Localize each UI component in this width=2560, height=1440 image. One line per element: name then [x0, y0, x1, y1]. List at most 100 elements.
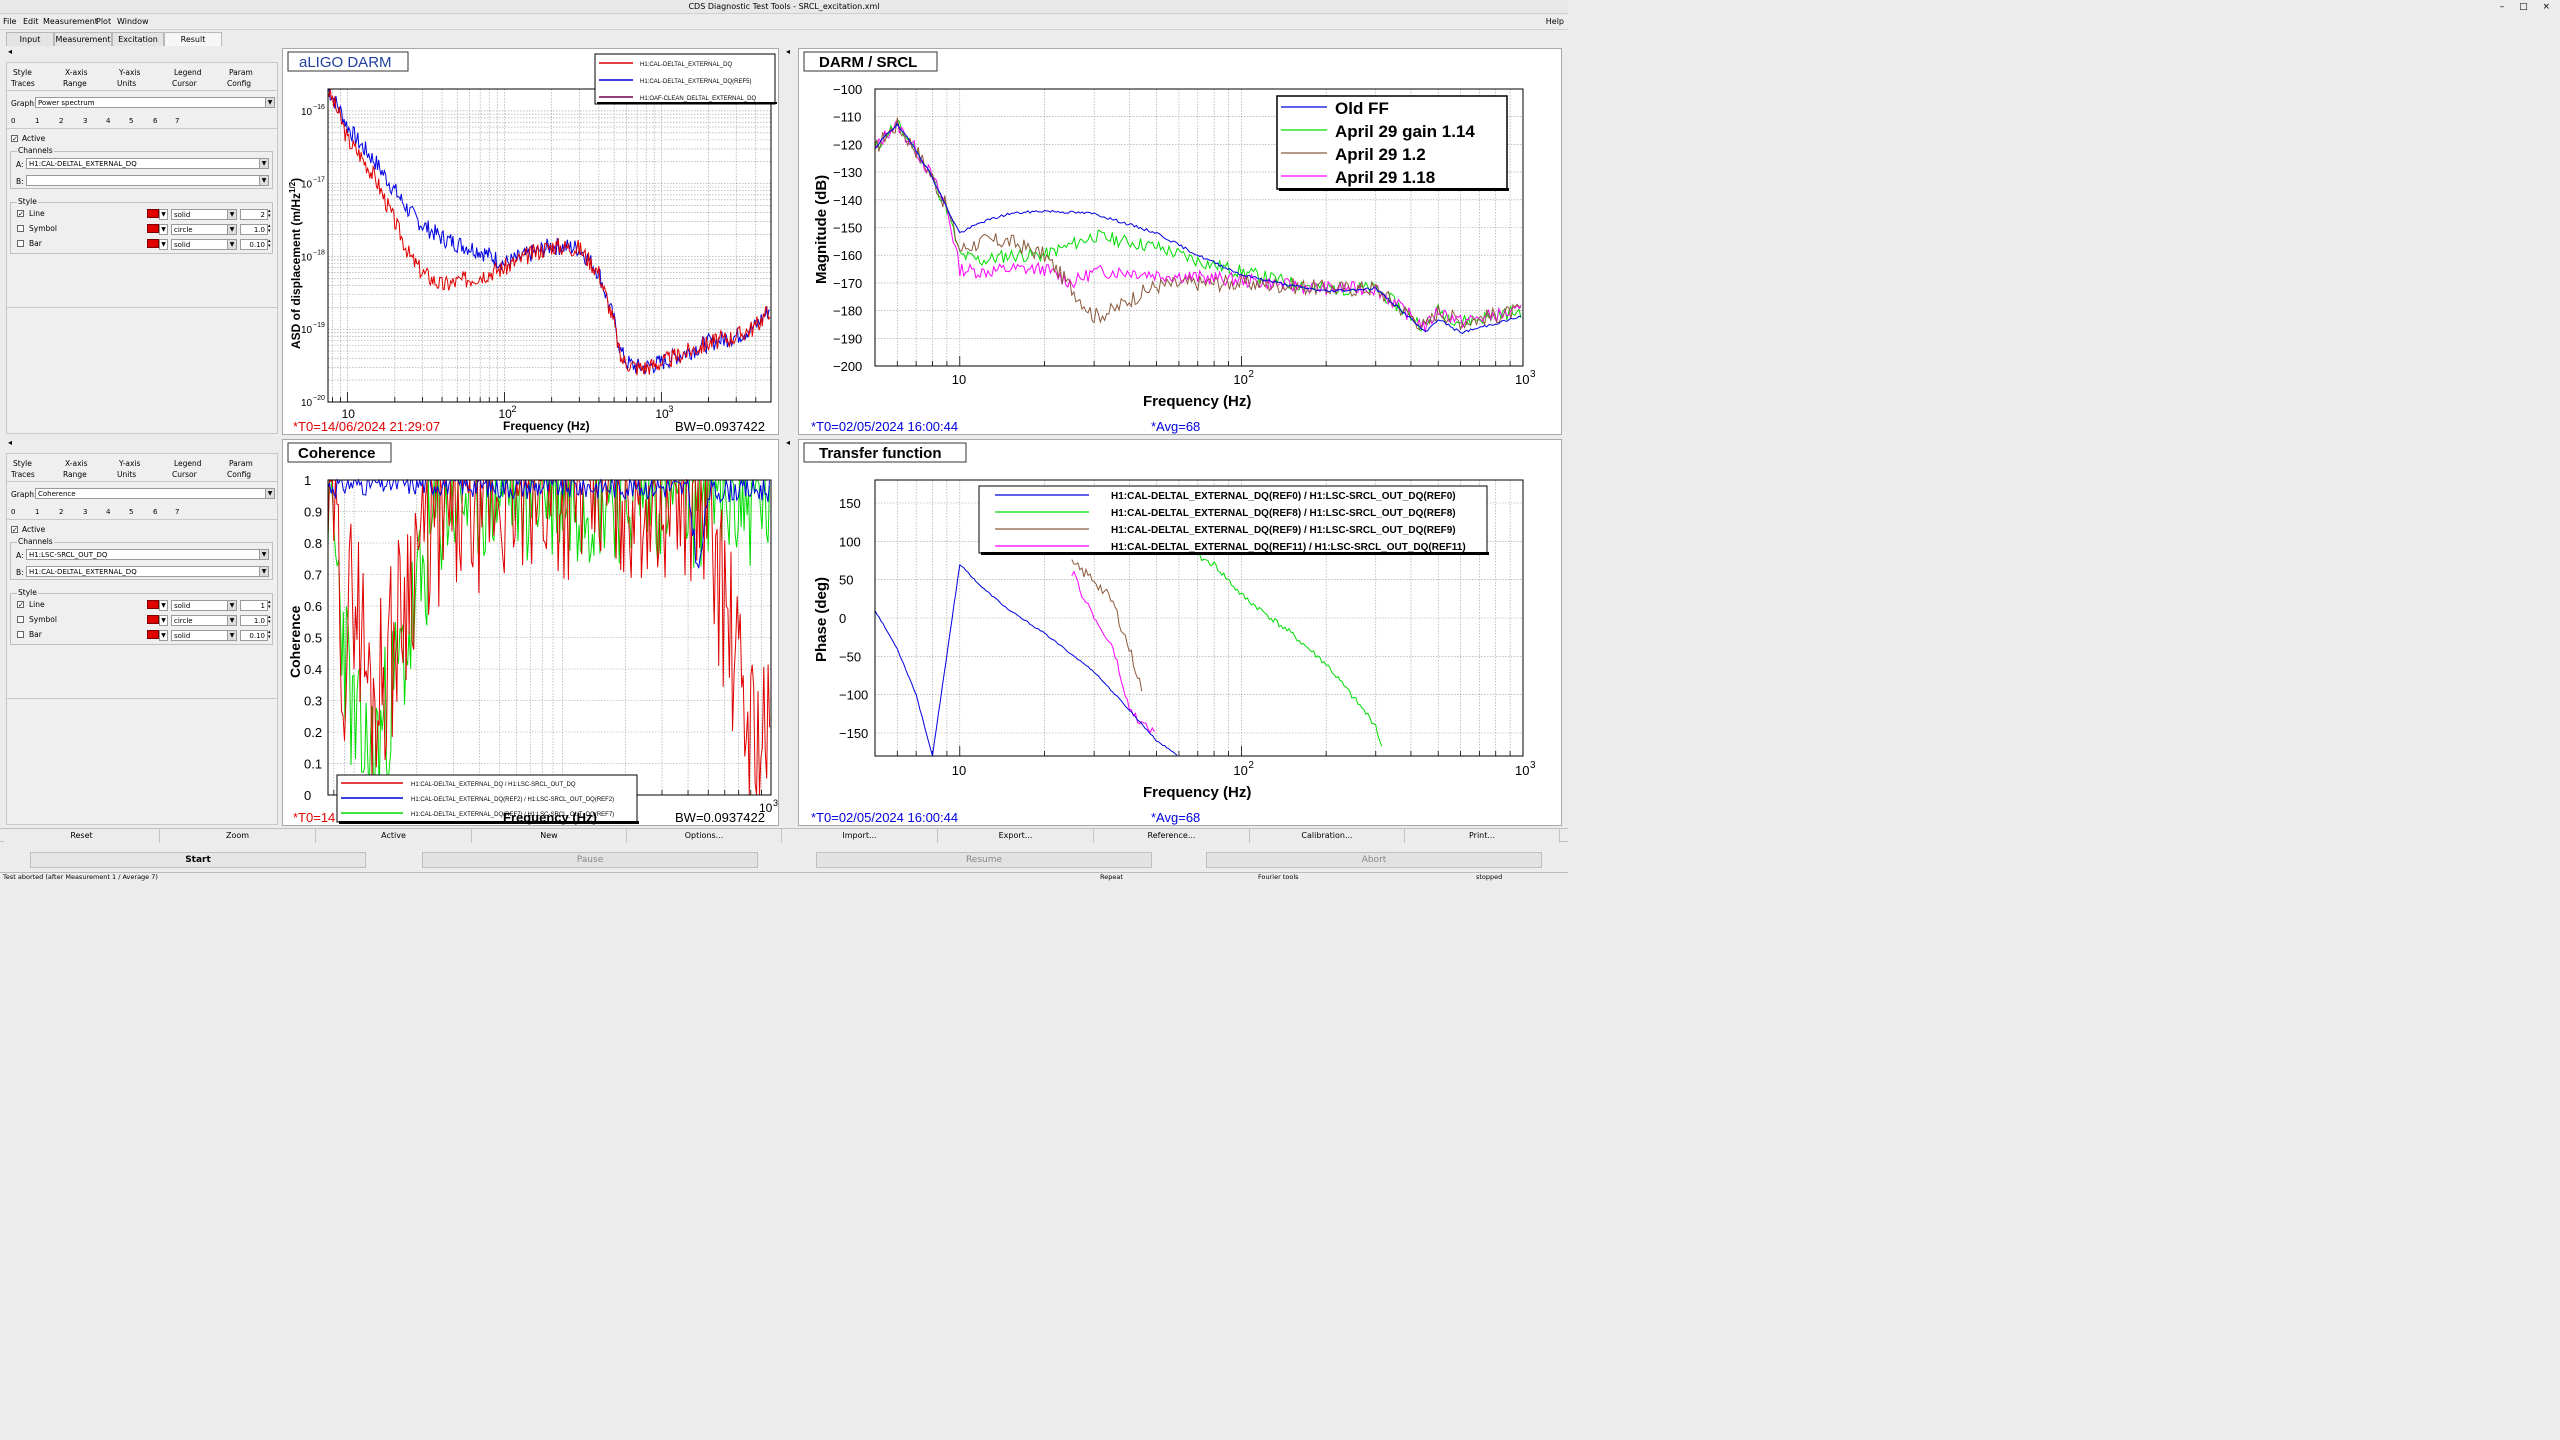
tab-result[interactable]: Result [164, 32, 222, 46]
chevron-down-icon[interactable]: ▼ [259, 550, 268, 559]
chevron-down-icon[interactable]: ▼ [227, 210, 236, 219]
active-checkbox[interactable]: ✓ [11, 526, 18, 534]
line-size-input[interactable]: 1 [240, 600, 268, 611]
bar-size-input[interactable]: 0.10 [240, 630, 268, 641]
line-checkbox[interactable]: ✓ [17, 601, 24, 609]
bar-size-input[interactable]: 0.10 [240, 239, 268, 250]
tab-excitation[interactable]: Excitation [112, 32, 164, 46]
chevron-down-icon[interactable]: ▼ [259, 159, 268, 168]
zoom-button[interactable]: Zoom [160, 829, 316, 843]
collapse-left-icon-bottom[interactable]: ◂ [8, 438, 12, 447]
bar-style-select[interactable]: solid ▼ [171, 239, 237, 250]
chevron-down-icon[interactable]: ▼ [227, 225, 236, 234]
chevron-down-icon[interactable]: ▼ [259, 567, 268, 576]
chevron-down-icon[interactable]: ▼ [265, 98, 274, 107]
trace-tab-5[interactable]: 5 [129, 508, 133, 516]
opt-tab-3[interactable]: Legend [174, 68, 202, 77]
chevron-down-icon[interactable]: ▼ [227, 601, 236, 610]
line-size-input[interactable]: 2 [240, 209, 268, 220]
symbol-size-input[interactable]: 1.0 [240, 615, 268, 626]
symbol-color-swatch[interactable] [147, 615, 159, 624]
trace-tab-6[interactable]: 6 [153, 117, 157, 125]
menu-measurement[interactable]: Measurement [43, 17, 98, 26]
spinner-icon[interactable]: ▴ ▾ [268, 630, 271, 640]
trace-tab-4[interactable]: 4 [106, 508, 110, 516]
opt-tab2-0[interactable]: Traces [11, 79, 35, 88]
trace-tab-1[interactable]: 1 [35, 508, 39, 516]
menu-file[interactable]: File [3, 17, 16, 26]
chevron-down-icon[interactable]: ▼ [265, 489, 274, 498]
darm-chart[interactable]: 10 −1610 −1710 −1810 −1910 −2010 10 2 10 3Frequen… [283, 49, 780, 436]
trace-tab-5[interactable]: 5 [129, 117, 133, 125]
bar-color-swatch[interactable] [147, 630, 159, 639]
reset-button[interactable]: Reset [4, 829, 160, 843]
line-color-swatch[interactable] [147, 209, 159, 218]
chevron-down-icon[interactable]: ▼ [227, 240, 236, 249]
trace-tab-0[interactable]: 0 [11, 508, 15, 516]
graph-select[interactable]: Coherence ▼ [35, 488, 275, 499]
print-button[interactable]: Print... [1405, 829, 1560, 843]
srcl-chart[interactable]: −100 −110 −120 −130 −140 −150 −160 −170 −180 −190… [799, 49, 1563, 436]
tab-measurement[interactable]: Measurement [54, 32, 112, 46]
trace-tab-1[interactable]: 1 [35, 117, 39, 125]
line-checkbox[interactable]: ✓ [17, 210, 24, 218]
trace-tab-6[interactable]: 6 [153, 508, 157, 516]
trace-tab-2[interactable]: 2 [59, 508, 63, 516]
collapse-right-icon[interactable]: ◂ [786, 47, 790, 56]
channel-a-field[interactable]: H1:LSC-SRCL_OUT_DQ ▼ [26, 549, 269, 560]
spinner-icon[interactable]: ▴ ▾ [268, 239, 271, 249]
opt-tab2-0[interactable]: Traces [11, 470, 35, 479]
symbol-style-select[interactable]: circle ▼ [171, 615, 237, 626]
coherence-chart[interactable]: 10.90.80.70.60.50.40.30.20.10Coherence10… [283, 440, 780, 827]
window-controls[interactable]: – □ × [2500, 0, 2556, 14]
opt-tab-0[interactable]: Style [13, 68, 32, 77]
bar-style-select[interactable]: solid ▼ [171, 630, 237, 641]
symbol-checkbox[interactable] [17, 616, 24, 623]
trace-tab-4[interactable]: 4 [106, 117, 110, 125]
trace-tab-3[interactable]: 3 [83, 508, 87, 516]
resume-button[interactable]: Resume [816, 852, 1152, 868]
channel-a-field[interactable]: H1:CAL-DELTAL_EXTERNAL_DQ ▼ [26, 158, 269, 169]
trace-tab-0[interactable]: 0 [11, 117, 15, 125]
chevron-down-icon[interactable]: ▼ [159, 615, 168, 626]
symbol-checkbox[interactable] [17, 225, 24, 232]
line-style-select[interactable]: solid ▼ [171, 209, 237, 220]
menu-window[interactable]: Window [117, 17, 149, 26]
spinner-icon[interactable]: ▴ ▾ [268, 209, 271, 219]
bar-checkbox[interactable] [17, 240, 24, 247]
active-checkbox[interactable]: ✓ [11, 135, 18, 143]
abort-button[interactable]: Abort [1206, 852, 1542, 868]
collapse-left-icon[interactable]: ◂ [8, 47, 12, 56]
opt-tab-4[interactable]: Param [229, 68, 253, 77]
chevron-down-icon[interactable]: ▼ [159, 630, 168, 641]
trace-tab-7[interactable]: 7 [175, 508, 179, 516]
chevron-down-icon[interactable]: ▼ [159, 239, 168, 250]
active-button[interactable]: Active [316, 829, 472, 843]
opt-tab2-3[interactable]: Cursor [172, 79, 197, 88]
spinner-icon[interactable]: ▴ ▾ [268, 224, 271, 234]
graph-select[interactable]: Power spectrum ▼ [35, 97, 275, 108]
opt-tab-3[interactable]: Legend [174, 459, 202, 468]
start-button[interactable]: Start [30, 852, 366, 868]
trace-tab-7[interactable]: 7 [175, 117, 179, 125]
symbol-color-swatch[interactable] [147, 224, 159, 233]
menu-edit[interactable]: Edit [23, 17, 39, 26]
channel-b-field[interactable]: ▼ [26, 175, 269, 186]
spinner-icon[interactable]: ▴ ▾ [268, 615, 271, 625]
plot-panel-coherence[interactable]: 1 0.9 0.8 0.7 0.6 0.5 0.4 0.3 0.2 0.1 0 Coherence 10… [282, 439, 779, 826]
pause-button[interactable]: Pause [422, 852, 758, 868]
trace-tab-2[interactable]: 2 [59, 117, 63, 125]
channel-b-field[interactable]: H1:CAL-DELTAL_EXTERNAL_DQ ▼ [26, 566, 269, 577]
chevron-down-icon[interactable]: ▼ [227, 616, 236, 625]
calibration-button[interactable]: Calibration... [1250, 829, 1405, 843]
opt-tab-4[interactable]: Param [229, 459, 253, 468]
chevron-down-icon[interactable]: ▼ [259, 176, 268, 185]
opt-tab-1[interactable]: X-axis [65, 68, 88, 77]
export-button[interactable]: Export... [938, 829, 1094, 843]
chevron-down-icon[interactable]: ▼ [159, 600, 168, 611]
opt-tab2-2[interactable]: Units [117, 470, 136, 479]
options-button[interactable]: Options... [627, 829, 782, 843]
tab-input[interactable]: Input [6, 32, 54, 46]
chevron-down-icon[interactable]: ▼ [227, 631, 236, 640]
symbol-style-select[interactable]: circle ▼ [171, 224, 237, 235]
